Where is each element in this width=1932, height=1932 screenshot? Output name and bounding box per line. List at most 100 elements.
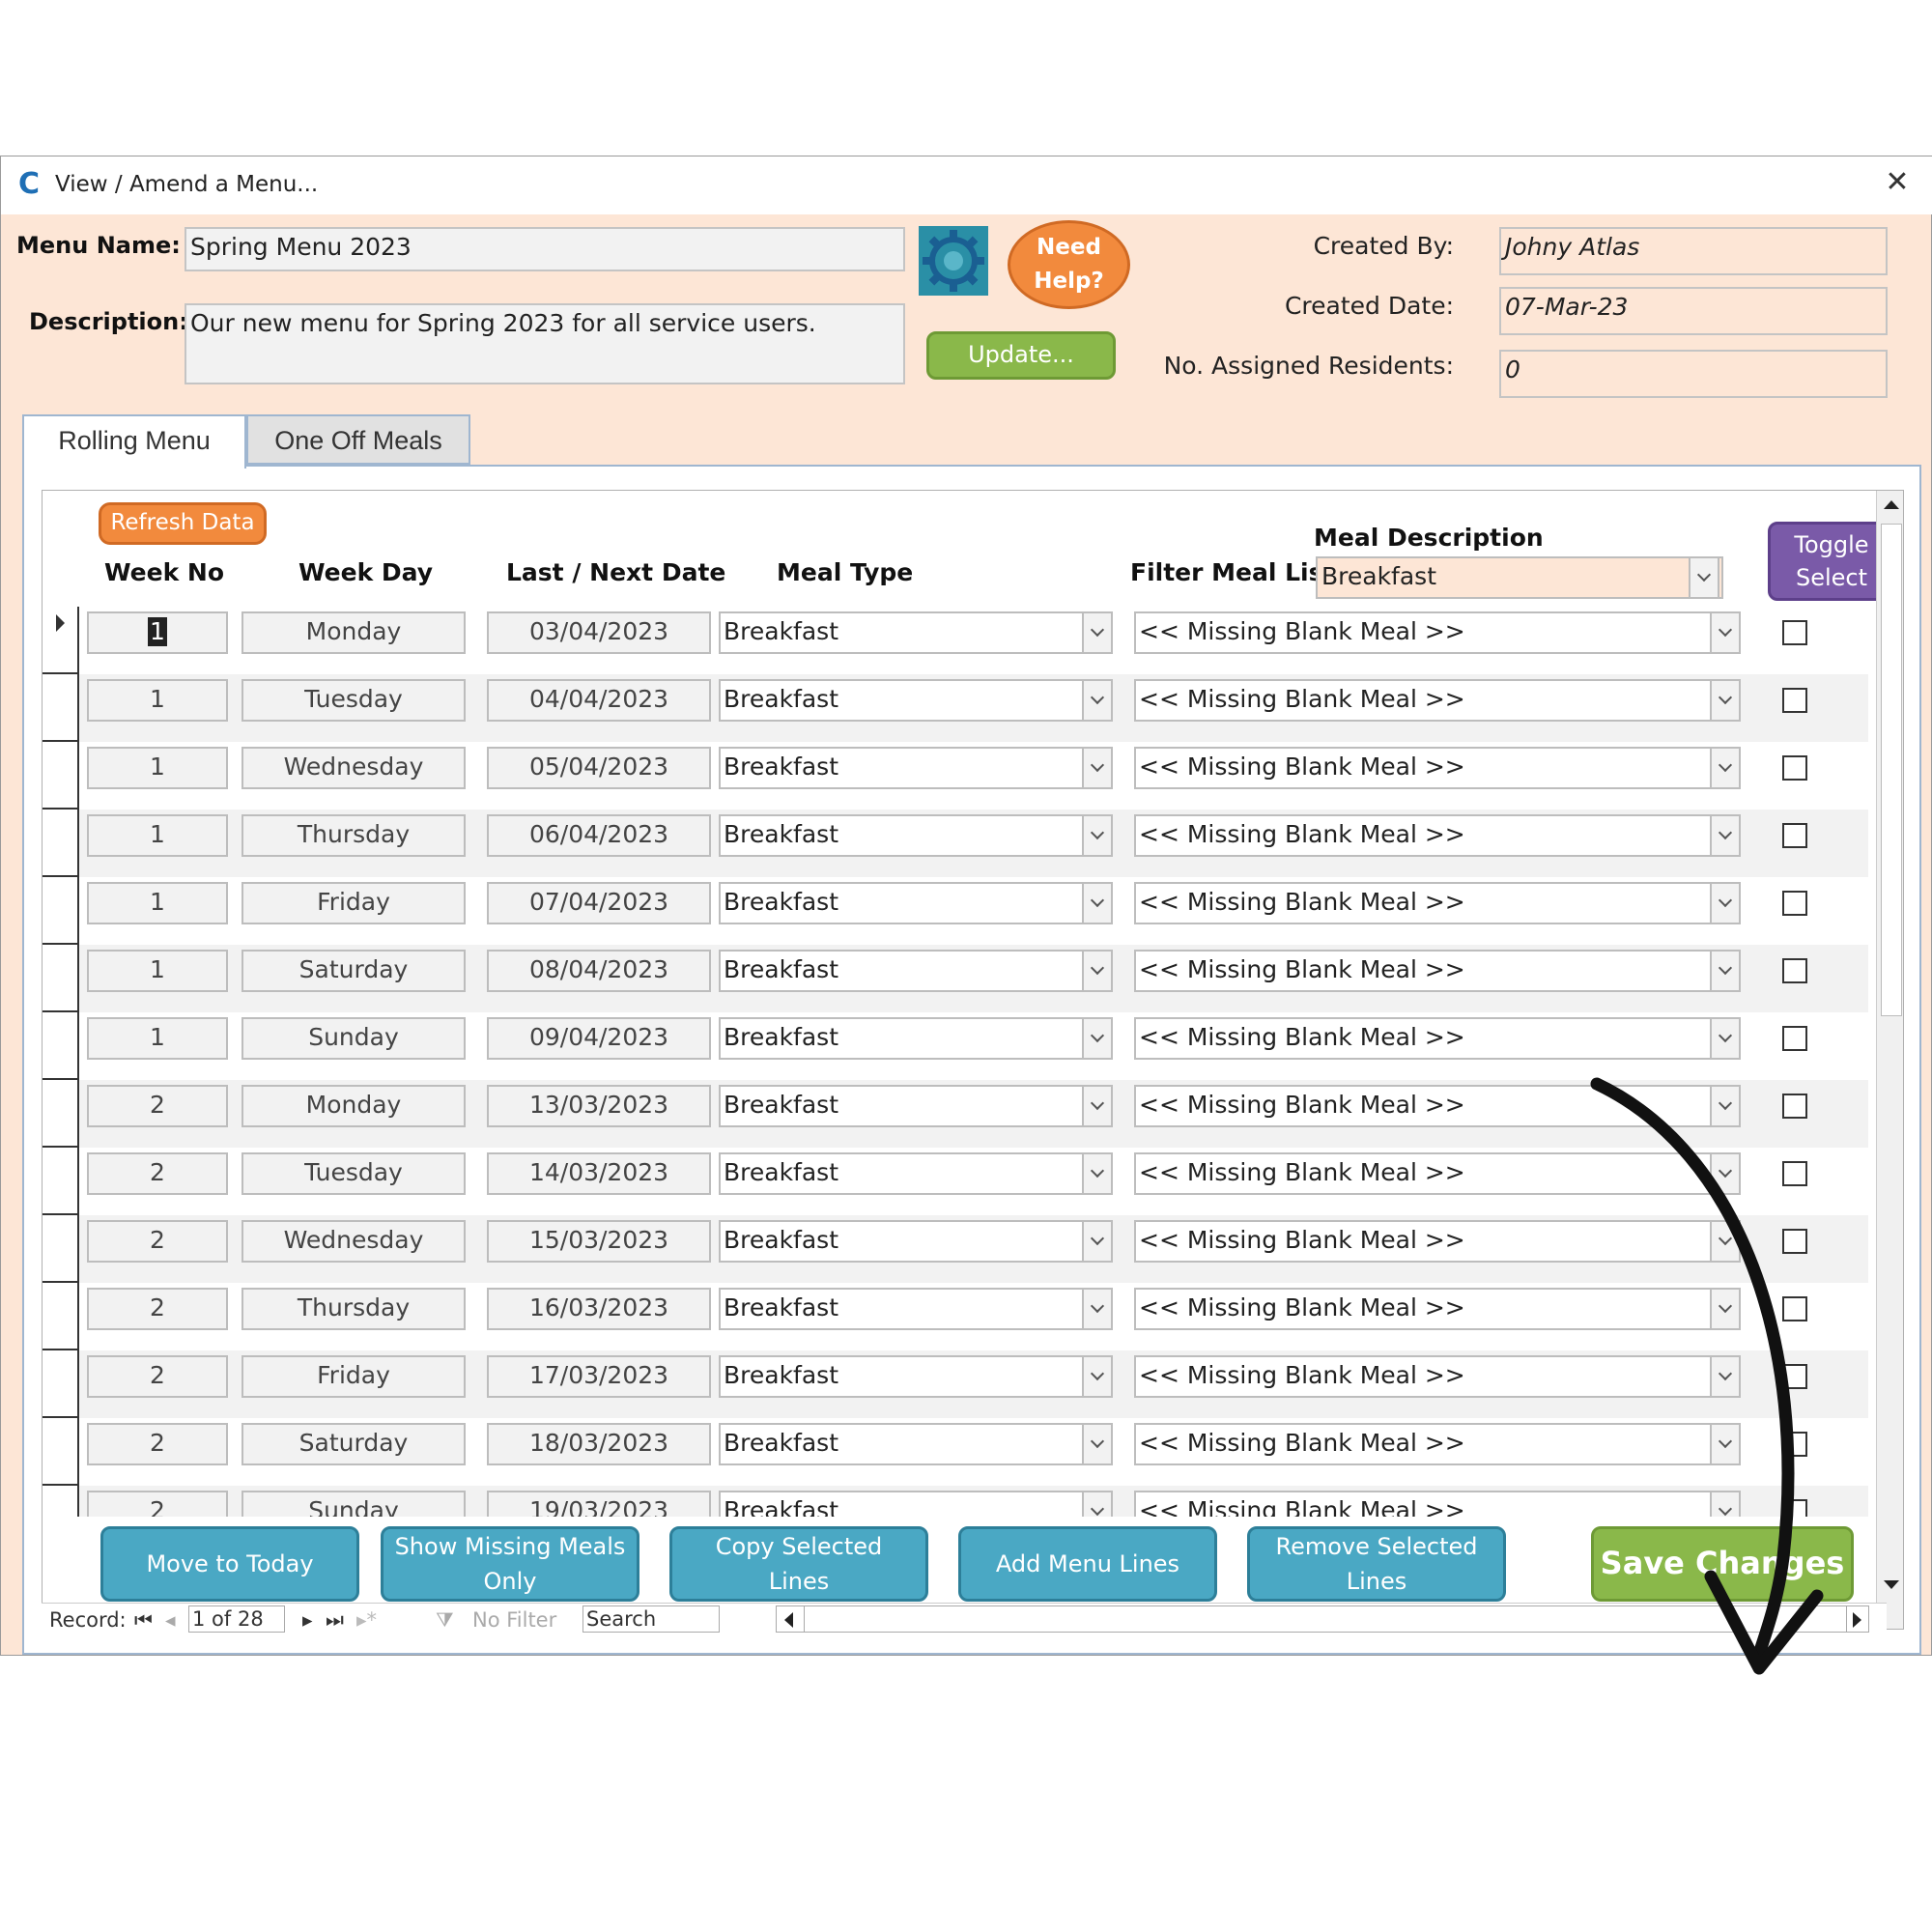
filter-funnel-icon[interactable]: ⧩ — [436, 1607, 454, 1633]
chevron-down-icon[interactable] — [1710, 747, 1741, 789]
chevron-down-icon[interactable] — [1082, 950, 1113, 992]
close-icon[interactable]: ✕ — [1881, 166, 1914, 199]
copy-selected-lines-button[interactable]: Copy Selected Lines — [669, 1526, 928, 1602]
update-button[interactable]: Update... — [926, 331, 1116, 380]
meal-type-select[interactable]: Breakfast — [719, 814, 1111, 857]
chevron-down-icon[interactable] — [1710, 611, 1741, 654]
row-select-checkbox[interactable] — [1782, 1026, 1807, 1051]
week-no-cell[interactable]: 2 — [87, 1423, 228, 1465]
row-select-checkbox[interactable] — [1782, 755, 1807, 781]
chevron-down-icon[interactable] — [1082, 1288, 1113, 1330]
chevron-down-icon[interactable] — [1082, 814, 1113, 857]
meal-description-select[interactable]: << Missing Blank Meal >> — [1134, 814, 1741, 857]
add-menu-lines-button[interactable]: Add Menu Lines — [958, 1526, 1217, 1602]
chevron-down-icon[interactable] — [1082, 1423, 1113, 1465]
chevron-down-icon[interactable] — [1082, 611, 1113, 654]
chevron-down-icon[interactable] — [1082, 747, 1113, 789]
week-no-cell[interactable]: 2 — [87, 1220, 228, 1263]
scroll-right-icon[interactable] — [1853, 1612, 1861, 1628]
row-selector[interactable] — [43, 607, 79, 674]
week-no-cell[interactable]: 1 — [87, 747, 228, 789]
chevron-down-icon[interactable] — [1082, 1355, 1113, 1398]
row-selector[interactable] — [43, 877, 79, 945]
chevron-down-icon[interactable] — [1082, 679, 1113, 722]
meal-type-select[interactable]: Breakfast — [719, 1288, 1111, 1330]
week-no-cell[interactable]: 1 — [87, 679, 228, 722]
meal-type-select[interactable]: Breakfast — [719, 1152, 1111, 1195]
week-no-cell[interactable]: 1 — [87, 1017, 228, 1060]
move-to-today-button[interactable]: Move to Today — [100, 1526, 359, 1602]
row-selector[interactable] — [43, 1080, 79, 1148]
week-no-cell[interactable]: 1 — [87, 611, 228, 654]
row-selector[interactable] — [43, 1418, 79, 1486]
tab-one-off-meals[interactable]: One Off Meals — [246, 414, 470, 465]
meal-type-select[interactable]: Breakfast — [719, 679, 1111, 722]
week-no-cell[interactable]: 2 — [87, 1085, 228, 1127]
row-selector[interactable] — [43, 1148, 79, 1215]
scrollbar-thumb[interactable] — [1881, 524, 1902, 1016]
meal-type-select[interactable]: Breakfast — [719, 950, 1111, 992]
meal-description-select[interactable]: << Missing Blank Meal >> — [1134, 611, 1741, 654]
row-selector[interactable] — [43, 810, 79, 877]
meal-type-select[interactable]: Breakfast — [719, 611, 1111, 654]
show-missing-meals-button[interactable]: Show Missing Meals Only — [381, 1526, 639, 1602]
chevron-down-icon[interactable] — [1082, 1152, 1113, 1195]
need-help-button[interactable]: Need Help? — [1008, 220, 1130, 309]
meal-type-select[interactable]: Breakfast — [719, 1220, 1111, 1263]
row-select-checkbox[interactable] — [1782, 620, 1807, 645]
new-record-icon[interactable]: ▸* — [356, 1607, 377, 1633]
tab-rolling-menu[interactable]: Rolling Menu — [22, 414, 246, 469]
chevron-down-icon[interactable] — [1710, 679, 1741, 722]
row-selector[interactable] — [43, 1215, 79, 1283]
row-select-checkbox[interactable] — [1782, 891, 1807, 916]
scroll-down-icon[interactable] — [1884, 1580, 1899, 1589]
meal-description-select[interactable]: << Missing Blank Meal >> — [1134, 1017, 1741, 1060]
chevron-down-icon[interactable] — [1082, 882, 1113, 924]
settings-gear-icon[interactable] — [919, 226, 988, 296]
row-selector[interactable] — [43, 674, 79, 742]
record-position-field[interactable]: 1 of 28 — [188, 1605, 285, 1633]
week-no-cell[interactable]: 2 — [87, 1288, 228, 1330]
week-no-cell[interactable]: 1 — [87, 814, 228, 857]
menu-name-field[interactable]: Spring Menu 2023 — [185, 227, 905, 271]
remove-selected-lines-button[interactable]: Remove Selected Lines — [1247, 1526, 1506, 1602]
meal-type-select[interactable]: Breakfast — [719, 747, 1111, 789]
row-select-checkbox[interactable] — [1782, 688, 1807, 713]
row-selector[interactable] — [43, 1283, 79, 1350]
meal-type-select[interactable]: Breakfast — [719, 1085, 1111, 1127]
row-selector[interactable] — [43, 945, 79, 1012]
chevron-down-icon[interactable] — [1710, 950, 1741, 992]
chevron-down-icon[interactable] — [1710, 882, 1741, 924]
chevron-down-icon[interactable] — [1082, 1220, 1113, 1263]
filter-meal-list-select[interactable]: Breakfast — [1316, 556, 1723, 599]
last-record-icon[interactable]: ⏭ — [326, 1607, 344, 1633]
row-selector[interactable] — [43, 1350, 79, 1418]
description-field[interactable]: Our new menu for Spring 2023 for all ser… — [185, 303, 905, 384]
meal-description-select[interactable]: << Missing Blank Meal >> — [1134, 679, 1741, 722]
previous-record-icon[interactable]: ◂ — [165, 1607, 176, 1633]
row-select-checkbox[interactable] — [1782, 823, 1807, 848]
meal-description-select[interactable]: << Missing Blank Meal >> — [1134, 950, 1741, 992]
meal-type-select[interactable]: Breakfast — [719, 1355, 1111, 1398]
chevron-down-icon[interactable] — [1710, 1017, 1741, 1060]
meal-type-select[interactable]: Breakfast — [719, 1017, 1111, 1060]
meal-description-select[interactable]: << Missing Blank Meal >> — [1134, 747, 1741, 789]
row-select-checkbox[interactable] — [1782, 958, 1807, 983]
meal-type-select[interactable]: Breakfast — [719, 882, 1111, 924]
record-search-field[interactable]: Search — [582, 1605, 720, 1633]
scroll-up-icon[interactable] — [1884, 500, 1899, 509]
week-no-cell[interactable]: 1 — [87, 950, 228, 992]
week-no-cell[interactable]: 2 — [87, 1152, 228, 1195]
week-no-cell[interactable]: 2 — [87, 1355, 228, 1398]
chevron-down-icon[interactable] — [1082, 1017, 1113, 1060]
week-no-cell[interactable]: 1 — [87, 882, 228, 924]
next-record-icon[interactable]: ▸ — [302, 1607, 313, 1633]
chevron-down-icon[interactable] — [1710, 814, 1741, 857]
meal-description-select[interactable]: << Missing Blank Meal >> — [1134, 882, 1741, 924]
no-filter-label[interactable]: No Filter — [472, 1607, 556, 1633]
row-selector[interactable] — [43, 1012, 79, 1080]
row-selector[interactable] — [43, 742, 79, 810]
chevron-down-icon[interactable] — [1082, 1085, 1113, 1127]
scroll-left-icon[interactable] — [784, 1612, 793, 1628]
meal-type-select[interactable]: Breakfast — [719, 1423, 1111, 1465]
